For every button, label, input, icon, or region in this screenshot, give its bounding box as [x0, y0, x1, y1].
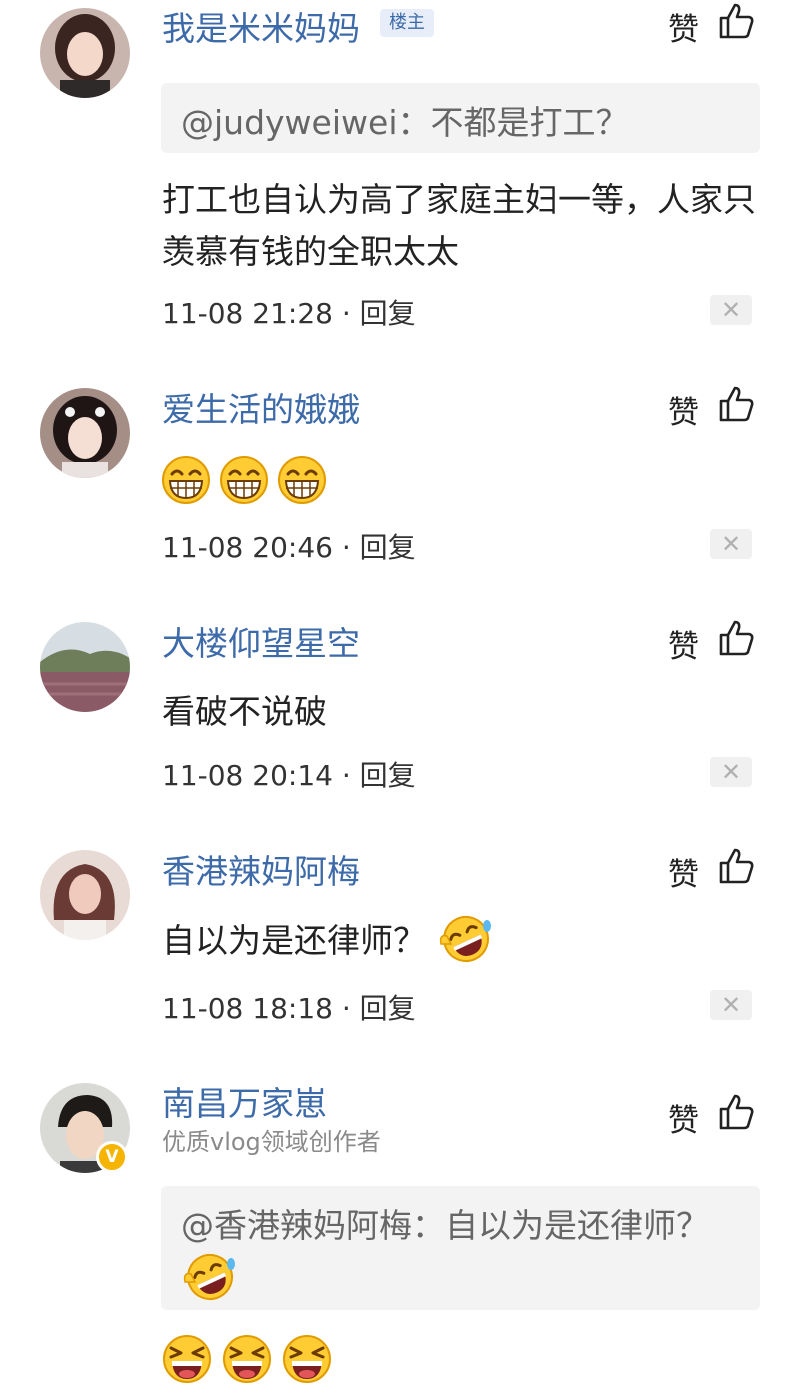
separator: ·	[332, 531, 360, 564]
comment-text: 看破不说破	[162, 692, 327, 731]
dismiss-button[interactable]: ✕	[710, 529, 752, 559]
username[interactable]: 南昌万家崽	[162, 1077, 327, 1125]
username[interactable]: 香港辣妈阿梅	[162, 845, 360, 893]
reply-link[interactable]: 回复	[360, 759, 416, 792]
quoted-reply: @香港辣妈阿梅：自以为是还律师？	[161, 1186, 760, 1310]
separator: ·	[332, 297, 360, 330]
comment-text: 打工也自认为高了家庭主妇一等，人家只羡慕有钱的全职太太	[162, 180, 756, 271]
thumbs-up-icon	[719, 3, 754, 39]
dismiss-button[interactable]: ✕	[710, 295, 752, 325]
avatar[interactable]	[40, 850, 130, 940]
separator: ·	[332, 759, 360, 792]
timestamp: 11-08 18:18	[162, 992, 333, 1025]
quoted-text: @香港辣妈阿梅：自以为是还律师？	[181, 1206, 709, 1245]
laugh-emoji-icon	[163, 1335, 211, 1383]
thumbs-up-icon	[719, 386, 754, 422]
reply-link[interactable]: 回复	[360, 531, 416, 564]
comment-meta: 11-08 18:18 · 回复	[162, 987, 416, 1027]
like-button[interactable]: 赞	[668, 383, 758, 431]
like-button[interactable]: 赞	[668, 617, 758, 665]
timestamp: 11-08 20:14	[162, 759, 333, 792]
like-label: 赞	[668, 12, 699, 48]
verified-badge: V	[96, 1141, 128, 1173]
timestamp: 11-08 20:46	[162, 531, 333, 564]
laugh-emoji-icon	[223, 1335, 272, 1383]
avatar[interactable]	[40, 8, 130, 98]
like-label: 赞	[668, 395, 699, 431]
laugh-emoji-icon	[283, 1335, 332, 1383]
thumbs-up-icon	[719, 620, 754, 656]
reply-link[interactable]: 回复	[360, 297, 416, 330]
grin-emoji-icon	[162, 456, 210, 504]
like-button[interactable]: 赞	[668, 0, 758, 48]
username[interactable]: 爱生活的娥娥	[162, 383, 360, 431]
grin-emoji-icon	[220, 456, 269, 504]
op-badge: 楼主	[380, 9, 434, 37]
emoji-row	[161, 456, 330, 506]
emoji-row	[161, 1334, 336, 1384]
reply-link[interactable]: 回复	[360, 992, 416, 1025]
like-label: 赞	[668, 857, 699, 893]
comment-meta: 11-08 20:46 · 回复	[162, 526, 416, 566]
like-button[interactable]: 赞	[668, 845, 758, 893]
thumbs-up-icon	[719, 848, 754, 884]
comment-text: 自以为是还律师？	[162, 914, 762, 967]
dismiss-button[interactable]: ✕	[710, 757, 752, 787]
separator: ·	[332, 992, 360, 1025]
comment-text-content: 自以为是还律师？	[162, 921, 426, 960]
dismiss-button[interactable]: ✕	[710, 990, 752, 1020]
username[interactable]: 大楼仰望星空	[162, 617, 360, 665]
rofl-emoji-icon	[183, 1254, 235, 1300]
timestamp: 11-08 21:28	[162, 297, 333, 330]
like-label: 赞	[668, 629, 699, 665]
creator-tag: 优质vlog领域创作者	[162, 1128, 381, 1156]
avatar[interactable]	[40, 388, 130, 478]
avatar[interactable]	[40, 622, 130, 712]
comment-meta: 11-08 21:28 · 回复	[162, 292, 416, 332]
like-button[interactable]: 赞	[668, 1091, 758, 1139]
username[interactable]: 我是米米妈妈	[162, 2, 360, 50]
thumbs-up-icon	[719, 1094, 754, 1130]
like-label: 赞	[668, 1103, 699, 1139]
quoted-reply: @judyweiwei：不都是打工？	[161, 83, 760, 153]
grin-emoji-icon	[278, 456, 327, 504]
comment-meta: 11-08 20:14 · 回复	[162, 754, 416, 794]
rofl-emoji-icon	[439, 916, 491, 962]
